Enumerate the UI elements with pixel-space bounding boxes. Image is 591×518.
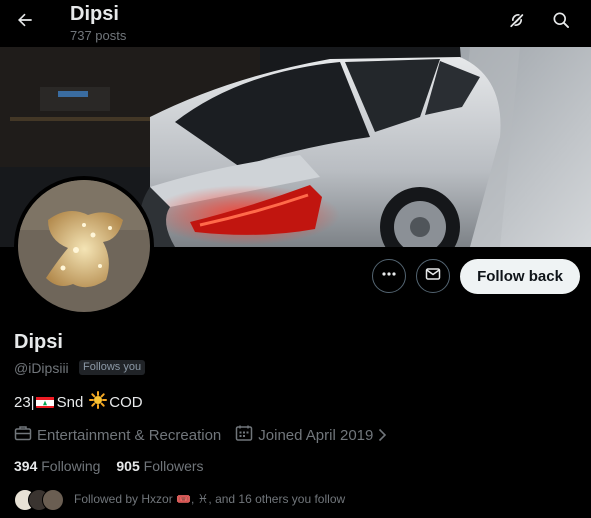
joined-item[interactable]: Joined April 2019: [235, 424, 392, 446]
follower-avatar: [42, 489, 64, 511]
followed-by-text: Followed by Hxzor 🎟️, ♓, and 16 others y…: [74, 492, 346, 506]
briefcase-icon: [14, 424, 37, 446]
followers-count: 905: [116, 458, 140, 474]
post-count: 737 posts: [70, 28, 127, 43]
follow-back-button[interactable]: Follow back: [460, 259, 580, 294]
profile-meta: Entertainment & Recreation Joined April …: [14, 424, 392, 446]
header-title: Dipsi: [70, 3, 119, 25]
calendar-icon: [235, 424, 258, 446]
profile-header: Dipsi 737 posts: [0, 0, 591, 47]
more-dots-icon: [381, 266, 397, 287]
following-label: Following: [41, 458, 101, 474]
user-handle: @iDipsiii: [14, 360, 69, 376]
sun-icon: [89, 391, 108, 413]
profile-avatar[interactable]: [14, 176, 154, 316]
category-label: Entertainment & Recreation: [37, 426, 222, 444]
grok-button[interactable]: [500, 5, 534, 39]
envelope-icon: [425, 266, 441, 287]
bio-text-end: COD: [109, 393, 143, 411]
display-name: Dipsi: [14, 331, 63, 353]
lebanon-flag-icon: [35, 396, 54, 408]
grok-icon: [507, 10, 527, 35]
followed-by-row[interactable]: Followed by Hxzor 🎟️, ♓, and 16 others y…: [14, 486, 345, 512]
follow-stats: 394 Following 905 Followers: [14, 458, 204, 474]
back-button[interactable]: [8, 5, 42, 39]
arrow-left-icon: [15, 10, 35, 35]
chevron-right-icon: [377, 428, 392, 442]
followers-label: Followers: [143, 458, 204, 474]
follower-avatars: [14, 487, 70, 511]
following-link[interactable]: 394 Following: [14, 458, 100, 474]
search-icon: [551, 10, 571, 35]
followers-link[interactable]: 905 Followers: [116, 458, 203, 474]
following-count: 394: [14, 458, 38, 474]
follows-you-badge: Follows you: [79, 360, 146, 375]
bio-text-mid: Snd: [56, 393, 84, 411]
more-button[interactable]: [372, 259, 406, 293]
category-item: Entertainment & Recreation: [14, 424, 221, 446]
search-button[interactable]: [544, 5, 578, 39]
joined-label: Joined April 2019: [258, 426, 374, 444]
bio-text-start: 23|: [14, 393, 35, 411]
message-button[interactable]: [416, 259, 450, 293]
bio: 23| Snd COD: [14, 391, 143, 413]
